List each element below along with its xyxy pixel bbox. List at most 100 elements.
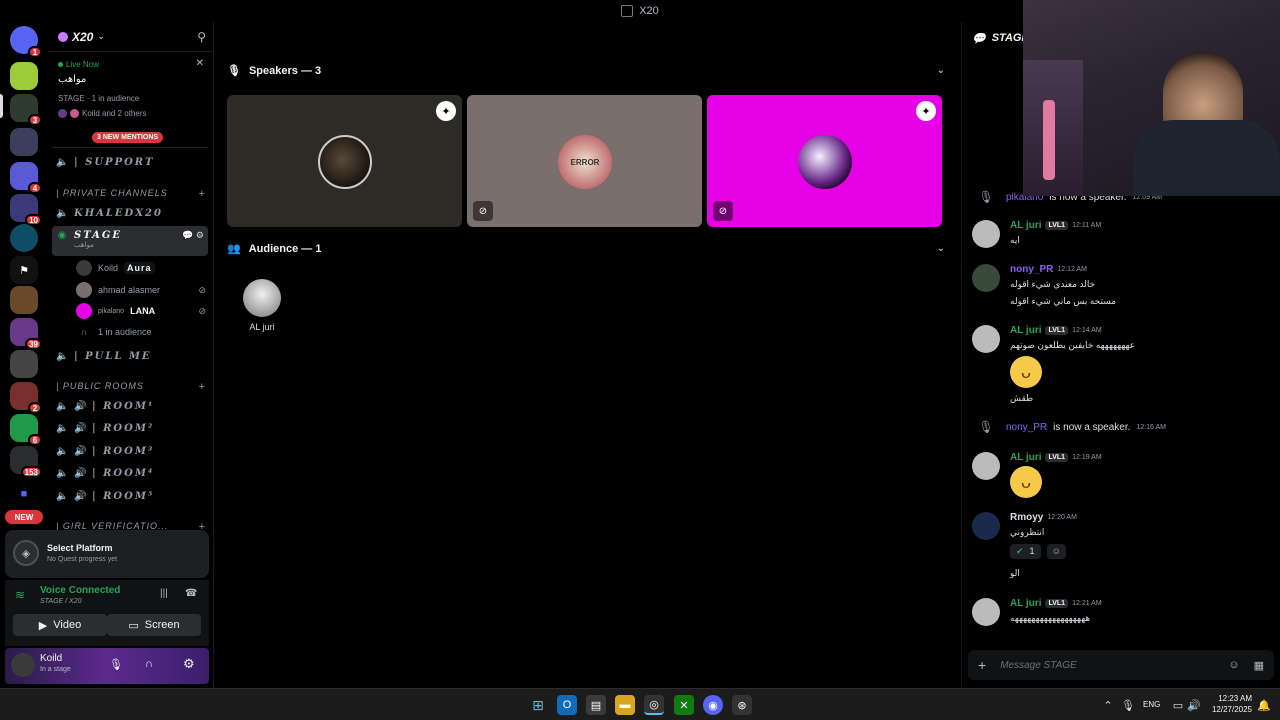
language-indicator[interactable]: ENG (1143, 700, 1160, 709)
stage-member[interactable]: Koild Aura (76, 259, 206, 277)
quest-panel[interactable]: ◈ Select Platform No Quest progress yet (5, 530, 209, 578)
xbox-icon[interactable]: ✕ (674, 695, 694, 715)
speaker-tile[interactable]: ✦ ⊘ (707, 95, 942, 227)
reaction-bar: ✔ 1 ☺ (1010, 544, 1066, 559)
audience-header[interactable]: 👥 Audience — 1 ⌄ (227, 242, 945, 256)
volume-icon[interactable]: 🔊 (1184, 695, 1204, 715)
channel-room-2[interactable]: 🔈 🔊 | ROOM² (56, 418, 206, 438)
chat-icon[interactable]: 💬 ⚙ (182, 230, 208, 241)
server-icon-5[interactable]: 4 (10, 162, 42, 194)
live-stage-card[interactable]: Live Now ✕ مواهب STAGE · 1 in audience K… (52, 54, 208, 148)
apps-icon[interactable]: ▦ (1254, 659, 1264, 672)
audience-name[interactable]: AL juri (235, 322, 289, 332)
notification-badge: 4 (28, 182, 42, 194)
microphone-icon[interactable]: 🎙 (1118, 695, 1138, 715)
outlook-icon[interactable]: O (557, 695, 577, 715)
soundboard-icon[interactable]: ||| (160, 588, 168, 599)
clock[interactable]: 12:23 AM 12/27/2025 (1206, 693, 1252, 715)
server-icon-14[interactable]: 153 (10, 446, 42, 478)
channel-support[interactable]: 🔈 | SUPPORT (56, 152, 206, 172)
avatar[interactable] (972, 512, 1000, 540)
screen-share-button[interactable]: ▭ Screen (107, 614, 201, 636)
channel-room-5[interactable]: 🔈 🔊 | ROOM⁵ (56, 486, 206, 506)
mute-icon: ⊘ (198, 305, 206, 316)
avatar[interactable] (11, 653, 35, 677)
server-icon-7[interactable] (10, 224, 38, 252)
server-icon-8[interactable]: ⚑ (10, 256, 38, 284)
server-header[interactable]: X20 ⌄ ⚲ (48, 22, 214, 52)
audience-avatar[interactable] (243, 279, 281, 317)
message-input[interactable]: + Message STAGE ☺ ▦ (968, 650, 1274, 680)
speaker-tile[interactable]: ERROR ⊘ (467, 95, 702, 227)
server-icon-6[interactable]: 10 (10, 194, 42, 226)
file-explorer-icon[interactable]: ▬ (615, 695, 635, 715)
channel-stage-active[interactable]: ◉ STAGE مواهب 💬 ⚙ (52, 226, 208, 256)
channel-room-4[interactable]: 🔈 🔊 | ROOM⁴ (56, 463, 206, 483)
headphones-icon[interactable]: ∩ (145, 658, 153, 670)
server-icon-10[interactable]: 39 (10, 318, 42, 350)
app-icon[interactable]: ⊛ (732, 695, 752, 715)
chat-message: Rmoyy 12:20 AM انتظروني ✔ 1 ☺ الو (972, 512, 1272, 582)
invite-people-icon[interactable]: ⚲ (197, 30, 206, 44)
avatar: ERROR (558, 135, 612, 189)
channel-room-3[interactable]: 🔈 🔊 | ROOM³ (56, 441, 206, 461)
speakers-header[interactable]: 🎙 Speakers — 3 ⌄ (227, 64, 945, 78)
voice-location[interactable]: STAGE / X20 (40, 598, 82, 605)
server-icon-9[interactable] (10, 286, 38, 314)
audience-count[interactable]: ∩ 1 in audience (76, 323, 206, 341)
channel-room-1[interactable]: 🔈 🔊 | ROOM¹ (56, 396, 206, 416)
plus-icon[interactable]: + (199, 188, 206, 200)
speaker-icon: 🔈 (56, 400, 69, 412)
plus-icon[interactable]: + (978, 657, 986, 673)
new-mentions-badge[interactable]: 3 NEW MENTIONS (92, 132, 164, 143)
chrome-icon[interactable]: ◎ (644, 695, 664, 715)
live-status: Live Now (58, 60, 99, 69)
stage-member[interactable]: ahmad alasmer ⊘ (76, 281, 206, 299)
reaction-checkmark[interactable]: ✔ 1 (1010, 544, 1041, 559)
plus-icon[interactable]: + (199, 381, 206, 393)
avatar[interactable] (972, 220, 1000, 248)
folder-icon[interactable]: ■ (10, 480, 38, 508)
chevron-up-icon[interactable]: ⌃ (1098, 695, 1118, 715)
close-icon[interactable]: ✕ (196, 58, 204, 69)
settings-gear-icon[interactable]: ⚙ (183, 656, 195, 672)
chat-message: AL juri LVL1 12:14 AM عهههههههه خايفين يطل… (972, 325, 1272, 405)
video-button[interactable]: ▶ Video (13, 614, 107, 636)
notification-icon[interactable]: 🔔 (1254, 695, 1274, 715)
category-public-rooms[interactable]: | PUBLIC ROOMS + (56, 381, 206, 393)
chat-message: AL juri LVL1 12:21 AM ههههههههههههههههههه (972, 598, 1272, 634)
server-icon-12[interactable]: 2 (10, 382, 42, 414)
disconnect-icon[interactable]: ☎ (185, 588, 197, 599)
server-icon-4[interactable] (10, 128, 38, 156)
participant-avatars: Koild and 2 others (58, 109, 147, 118)
store-icon[interactable]: ▤ (586, 695, 606, 715)
mute-icon: ⊘ (713, 201, 733, 221)
server-icon-2[interactable] (10, 62, 38, 90)
microphone-icon: 🎙 (978, 420, 994, 434)
category-private-channels[interactable]: | PRIVATE CHANNELS + (56, 188, 206, 200)
server-icon-1[interactable]: 1 (10, 26, 42, 58)
discord-icon[interactable]: ◉ (703, 695, 723, 715)
speaker-tile[interactable]: ✦ (227, 95, 462, 227)
stage-member[interactable]: pikalano LANA ⊘ (76, 302, 206, 320)
microphone-icon[interactable]: 🎙 (109, 658, 123, 671)
avatar[interactable] (972, 325, 1000, 353)
avatar[interactable] (972, 598, 1000, 626)
live-title: مواهب (58, 74, 87, 85)
avatar (76, 282, 92, 298)
emoji-icon[interactable]: ☺ (1228, 659, 1239, 671)
signal-icon[interactable]: ≋ (15, 588, 25, 602)
webcam-overlay (1023, 0, 1280, 196)
chevron-down-icon[interactable]: ⌄ (937, 65, 945, 76)
speaker-icon: 🔊 (74, 422, 87, 434)
channel-pull-me[interactable]: 🔈 | PULL ME (56, 346, 206, 366)
chevron-down-icon[interactable]: ⌄ (937, 243, 945, 254)
avatar[interactable] (972, 452, 1000, 480)
windows-start-icon[interactable]: ⊞ (528, 695, 548, 715)
server-icon-active[interactable]: 3 (10, 94, 42, 126)
channel-khaledx20[interactable]: 🔈 KHALEDX20 (56, 203, 206, 223)
avatar[interactable] (972, 264, 1000, 292)
server-icon-13[interactable]: 6 (10, 414, 42, 446)
add-reaction-icon[interactable]: ☺ (1046, 544, 1066, 559)
server-icon-11[interactable] (10, 350, 38, 378)
